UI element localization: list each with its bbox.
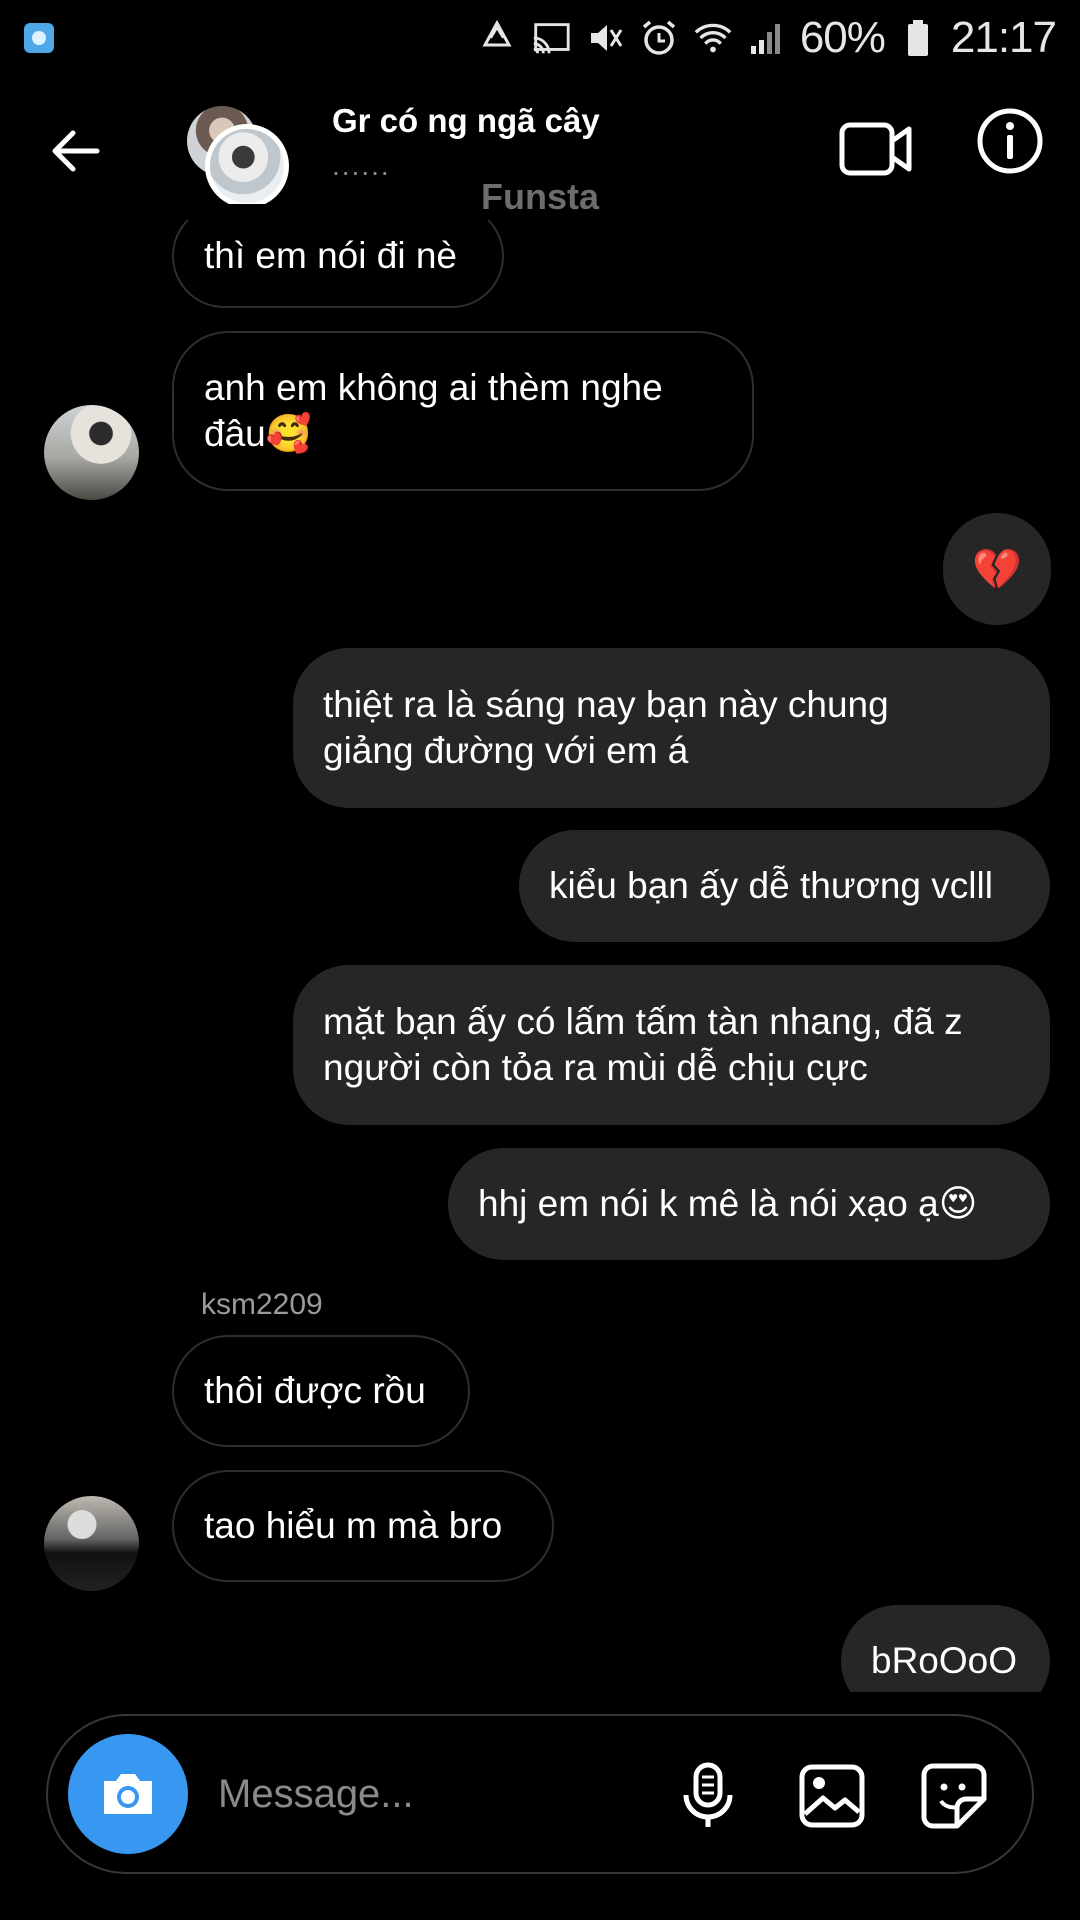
message-text: thôi được rồu — [204, 1370, 426, 1411]
camera-button[interactable] — [68, 1734, 188, 1854]
message-bubble[interactable]: 💔 — [943, 513, 1051, 625]
message-bubble[interactable]: thì em nói đi nè — [172, 204, 504, 308]
message-bubble[interactable]: thôi được rồu — [172, 1335, 470, 1447]
dm-screen: 60% 21:17 Gr có ng ngã cây ...... Funsta… — [0, 0, 1080, 1920]
message-bubble[interactable]: tao hiểu m mà bro — [172, 1470, 554, 1582]
sender-name[interactable]: ksm2209 — [201, 1288, 323, 1322]
message-text: hhj em nói k mê là nói xạo ạ😍 — [478, 1183, 978, 1224]
video-call-icon — [839, 122, 912, 176]
watermark: Funsta — [480, 176, 599, 217]
message-text: 💔 — [972, 547, 1022, 592]
message-bubble[interactable]: thiệt ra là sáng nay bạn này chung giảng… — [293, 648, 1050, 808]
message-text: thì em nói đi nè — [204, 235, 457, 276]
cast-icon — [530, 17, 572, 59]
message-text: kiểu bạn ấy dễ thương vclll — [549, 865, 993, 906]
message-bubble[interactable]: hhj em nói k mê là nói xạo ạ😍 — [448, 1148, 1050, 1260]
sticker-icon — [921, 1763, 987, 1829]
message-clip: bRoOoO — [0, 1600, 1080, 1692]
chat-title[interactable]: Gr có ng ngã cây — [332, 102, 600, 140]
clock: 21:17 — [950, 12, 1057, 62]
recycle-icon — [476, 17, 518, 59]
app-notification-icon — [24, 22, 54, 53]
mute-icon — [584, 17, 626, 59]
message-text: anh em không ai thèm nghe đâu🥰 — [204, 367, 663, 454]
avatar[interactable] — [44, 405, 139, 500]
alarm-icon — [638, 17, 680, 59]
signal-icon — [746, 17, 788, 59]
gallery-button[interactable] — [794, 1756, 870, 1836]
message-composer — [46, 1714, 1034, 1874]
microphone-icon — [683, 1762, 733, 1827]
message-bubble[interactable]: kiểu bạn ấy dễ thương vclll — [519, 830, 1050, 942]
voice-message-button[interactable] — [670, 1756, 746, 1836]
avatar[interactable] — [44, 1496, 139, 1591]
back-arrow-icon — [52, 130, 100, 172]
video-call-button[interactable] — [838, 114, 914, 184]
message-text: mặt bạn ấy có lấm tấm tàn nhang, đã z ng… — [323, 1001, 963, 1088]
message-text: thiệt ra là sáng nay bạn này chung giảng… — [323, 684, 889, 771]
camera-icon — [104, 1774, 152, 1814]
message-bubble[interactable]: mặt bạn ấy có lấm tấm tàn nhang, đã z ng… — [293, 965, 1050, 1125]
status-bar: 60% 21:17 — [0, 0, 1080, 75]
message-input[interactable] — [218, 1756, 678, 1832]
message-bubble[interactable]: bRoOoO — [841, 1605, 1050, 1692]
info-button[interactable] — [975, 106, 1045, 176]
battery-percent: 60% — [799, 12, 886, 62]
gallery-icon — [799, 1764, 865, 1828]
message-text: tao hiểu m mà bro — [204, 1505, 503, 1546]
message-text: bRoOoO — [871, 1640, 1018, 1681]
info-icon — [977, 108, 1043, 174]
message-bubble[interactable]: anh em không ai thèm nghe đâu🥰 — [172, 331, 754, 491]
battery-icon — [897, 17, 939, 59]
wifi-icon — [692, 17, 734, 59]
sticker-button[interactable] — [916, 1756, 992, 1836]
